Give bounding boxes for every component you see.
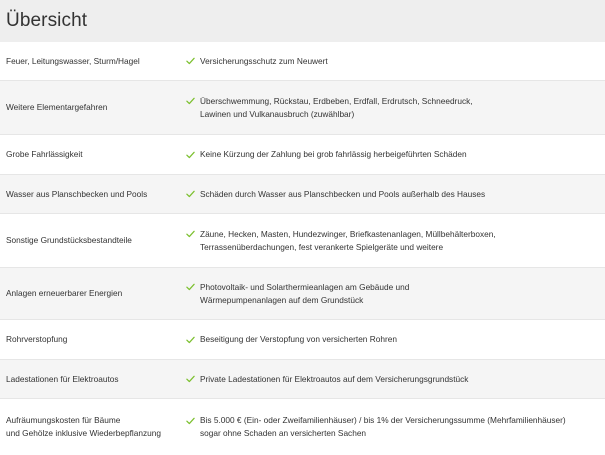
row-value: Keine Kürzung der Zahlung bei grob fahrl… — [186, 148, 605, 161]
table-row: Wasser aus Planschbecken und Pools Schäd… — [0, 175, 605, 214]
row-label: Ladestationen für Elektroautos — [0, 373, 186, 386]
row-value: Beseitigung der Verstopfung von versiche… — [186, 333, 605, 346]
table-row: Rohrverstopfung Beseitigung der Verstopf… — [0, 320, 605, 360]
table-row: Anlagen erneuerbarer Energien Photovolta… — [0, 268, 605, 320]
row-label-line: Weitere Elementargefahren — [6, 102, 108, 112]
table-row: Sonstige Grundstücksbestandteile Zäune, … — [0, 214, 605, 268]
row-value-text: Beseitigung der Verstopfung von versiche… — [200, 334, 397, 344]
row-value-text: Photovoltaik- und Solarthermieanlagen am… — [200, 281, 410, 305]
row-label: Rohrverstopfung — [0, 333, 186, 346]
row-value: Überschwemmung, Rückstau, Erdbeben, Erdf… — [186, 95, 605, 121]
check-icon — [186, 414, 200, 427]
page-title: Übersicht — [6, 10, 88, 31]
row-value-text: Private Ladestationen für Elektroautos a… — [200, 373, 469, 384]
row-value-text: Keine Kürzung der Zahlung bei grob fahrl… — [200, 149, 467, 159]
row-value-text: Überschwemmung, Rückstau, Erdbeben, Erdf… — [200, 95, 473, 119]
row-value-text: Zäune, Hecken, Masten, Hundezwinger, Bri… — [200, 228, 496, 252]
row-value-text: Schäden durch Wasser aus Planschbecken u… — [200, 188, 486, 199]
row-value: Schäden durch Wasser aus Planschbecken u… — [186, 188, 605, 201]
check-icon — [186, 188, 200, 201]
row-label-line: Wasser aus Planschbecken und Pools — [6, 188, 148, 199]
overview-page: Übersicht Feuer, Leitungswasser, Sturm/H… — [0, 0, 605, 455]
row-value-text: Bis 5.000 € (Ein- oder Zweifamilienhäuse… — [200, 415, 566, 438]
check-icon — [186, 55, 200, 68]
check-icon — [186, 148, 200, 161]
row-label: Grobe Fahrlässigkeit — [0, 148, 186, 161]
row-label-line: Ladestationen für Elektroautos — [6, 373, 119, 384]
row-label: Weitere Elementargefahren — [0, 101, 186, 114]
row-label-line: Grobe Fahrlässigkeit — [6, 149, 83, 159]
row-value-text: Versicherungsschutz zum Neuwert — [200, 55, 328, 66]
table-row: Weitere Elementargefahren Überschwemmung… — [0, 81, 605, 135]
row-value: Zäune, Hecken, Masten, Hundezwinger, Bri… — [186, 228, 605, 254]
coverage-table: Feuer, Leitungswasser, Sturm/Hagel Versi… — [0, 42, 605, 455]
table-row: Grobe Fahrlässigkeit Keine Kürzung der Z… — [0, 135, 605, 175]
table-row: Ladestationen für Elektroautos Private L… — [0, 360, 605, 399]
check-icon — [186, 95, 200, 108]
row-value: Versicherungsschutz zum Neuwert — [186, 55, 605, 68]
table-row: Aufräumungskosten für Bäume und Gehölze … — [0, 399, 605, 455]
row-label-line: und Gehölze inklusive Wiederbepflanzung — [6, 428, 161, 438]
row-label-line: Rohrverstopfung — [6, 334, 68, 344]
row-value: Bis 5.000 € (Ein- oder Zweifamilienhäuse… — [186, 414, 605, 440]
row-label: Feuer, Leitungswasser, Sturm/Hagel — [0, 55, 186, 68]
row-label-line: Anlagen erneuerbarer Energien — [6, 288, 123, 298]
row-label-line: Feuer, Leitungswasser, Sturm/Hagel — [6, 55, 140, 66]
check-icon — [186, 228, 200, 241]
row-label: Aufräumungskosten für Bäume und Gehölze … — [0, 414, 186, 440]
row-label-line: Sonstige Grundstücksbestandteile — [6, 235, 132, 245]
check-icon — [186, 281, 200, 294]
row-label: Anlagen erneuerbarer Energien — [0, 287, 186, 300]
row-value: Photovoltaik- und Solarthermieanlagen am… — [186, 281, 605, 307]
check-icon — [186, 333, 200, 346]
check-icon — [186, 373, 200, 386]
row-value: Private Ladestationen für Elektroautos a… — [186, 373, 605, 386]
row-label: Wasser aus Planschbecken und Pools — [0, 188, 186, 201]
table-row: Feuer, Leitungswasser, Sturm/Hagel Versi… — [0, 42, 605, 81]
row-label: Sonstige Grundstücksbestandteile — [0, 234, 186, 247]
overview-header: Übersicht — [0, 0, 605, 42]
row-label-line: Aufräumungskosten für Bäume — [6, 415, 121, 425]
